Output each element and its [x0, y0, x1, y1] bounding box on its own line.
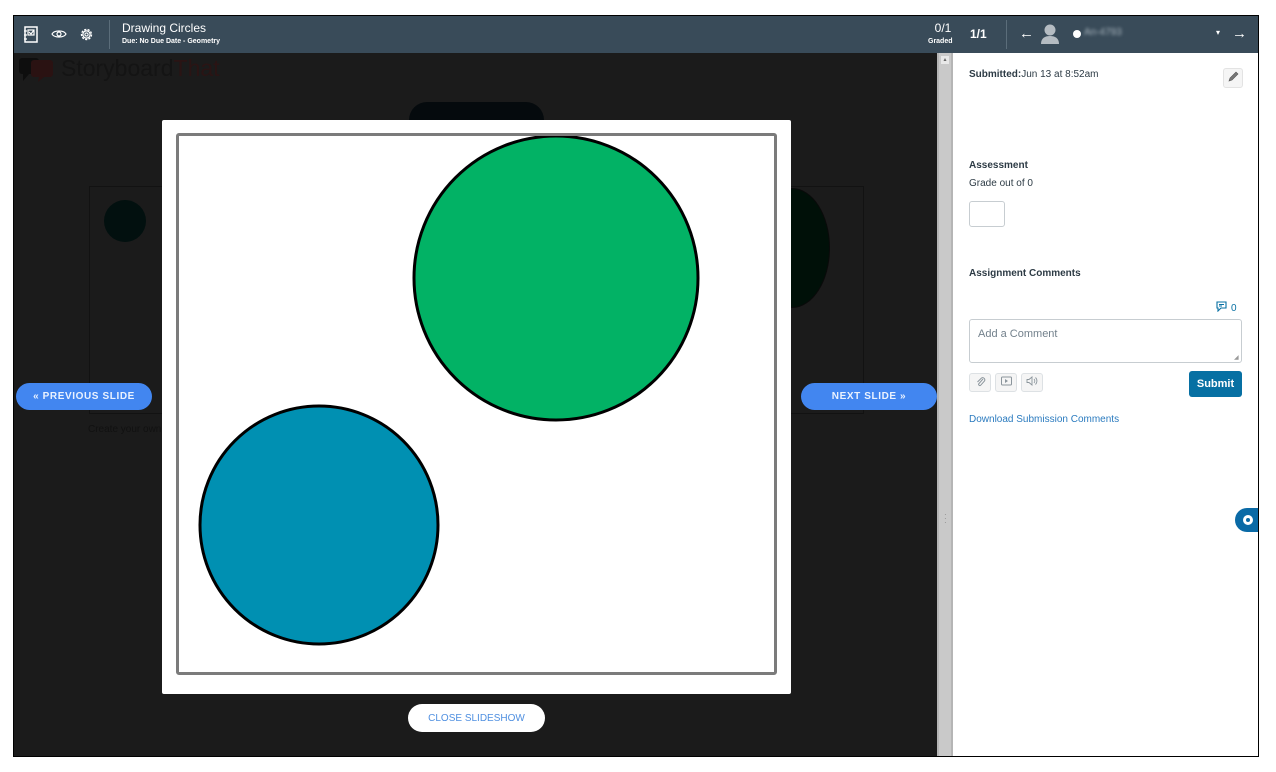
chat-icon: [1242, 515, 1253, 525]
assignment-title[interactable]: Drawing Circles: [122, 21, 206, 35]
help-chat-button[interactable]: [1235, 508, 1258, 532]
submit-comment-button[interactable]: Submit: [1189, 371, 1242, 397]
student-dropdown-icon[interactable]: ▾: [1216, 28, 1220, 37]
speaker-icon: [1026, 376, 1038, 389]
comment-count-value: 0: [1231, 302, 1237, 314]
green-circle: [412, 136, 700, 422]
logo-text-that: That: [173, 54, 220, 81]
student-name[interactable]: An-4793: [1084, 27, 1122, 38]
grading-side-panel: Submitted:Jun 13 at 8:52am Assessment Gr…: [953, 53, 1258, 756]
assignment-due-date: Due: No Due Date - Geometry: [122, 38, 221, 45]
submission-date: Submitted:Jun 13 at 8:52am: [969, 69, 1099, 80]
settings-icon[interactable]: [77, 25, 95, 43]
blue-circle: [198, 404, 440, 646]
comment-count[interactable]: 0: [1216, 301, 1237, 315]
slide-canvas: [176, 133, 777, 675]
grade-input[interactable]: [969, 201, 1005, 227]
status-dot-icon: [1073, 30, 1081, 38]
background-circle: [104, 200, 146, 242]
next-student-button[interactable]: →: [1232, 25, 1247, 42]
next-slide-button[interactable]: NEXT SLIDE »: [801, 383, 937, 410]
header-divider: [1006, 20, 1007, 49]
paperclip-icon: [975, 376, 986, 390]
speedgrader-window: Drawing Circles Due: No Due Date - Geome…: [13, 15, 1259, 757]
textarea-resize-icon[interactable]: ◢: [1234, 354, 1239, 361]
comment-bubble-icon: [1216, 301, 1227, 315]
edit-button[interactable]: [1223, 68, 1243, 88]
submitted-label: Submitted:: [969, 69, 1022, 80]
grade-label: Grade out of 0: [969, 178, 1033, 189]
add-comment-textarea[interactable]: [969, 319, 1242, 363]
graded-count: 0/1: [934, 21, 952, 35]
graded-label: Graded: [928, 38, 953, 45]
panel-resize-splitter[interactable]: ▴ · · ·: [937, 53, 953, 756]
background-caption: Create your own: [88, 424, 162, 435]
student-avatar-icon[interactable]: [1040, 23, 1060, 45]
speech-bubble-icon: [19, 56, 55, 82]
slide-drawing: [198, 136, 700, 646]
assignment-comments-heading: Assignment Comments: [969, 268, 1081, 279]
storyboardthat-logo: StoryboardThat: [19, 54, 220, 82]
slideshow-modal: [162, 120, 791, 694]
previous-student-button[interactable]: ←: [1019, 25, 1034, 42]
download-submission-comments-link[interactable]: Download Submission Comments: [969, 414, 1119, 425]
eye-icon[interactable]: [50, 25, 68, 43]
logo-text-storyboard: Storyboard: [61, 54, 174, 81]
media-comment-button[interactable]: [995, 373, 1017, 392]
close-slideshow-button[interactable]: CLOSE SLIDESHOW: [408, 704, 545, 732]
attach-file-button[interactable]: [969, 373, 991, 392]
header-divider: [109, 20, 110, 49]
scroll-up-arrow-icon[interactable]: ▴: [941, 56, 949, 64]
top-bar: Drawing Circles Due: No Due Date - Geome…: [14, 16, 1258, 53]
submitted-value: Jun 13 at 8:52am: [1021, 69, 1099, 80]
drag-grip-icon[interactable]: · · ·: [944, 511, 947, 527]
speech-to-text-button[interactable]: [1021, 373, 1043, 392]
gradebook-icon[interactable]: [22, 25, 40, 43]
pencil-icon: [1227, 71, 1239, 86]
assessment-heading: Assessment: [969, 160, 1028, 171]
previous-slide-button[interactable]: « PREVIOUS SLIDE: [16, 383, 152, 410]
student-position: 1/1: [970, 27, 987, 41]
video-icon: [1000, 376, 1012, 389]
